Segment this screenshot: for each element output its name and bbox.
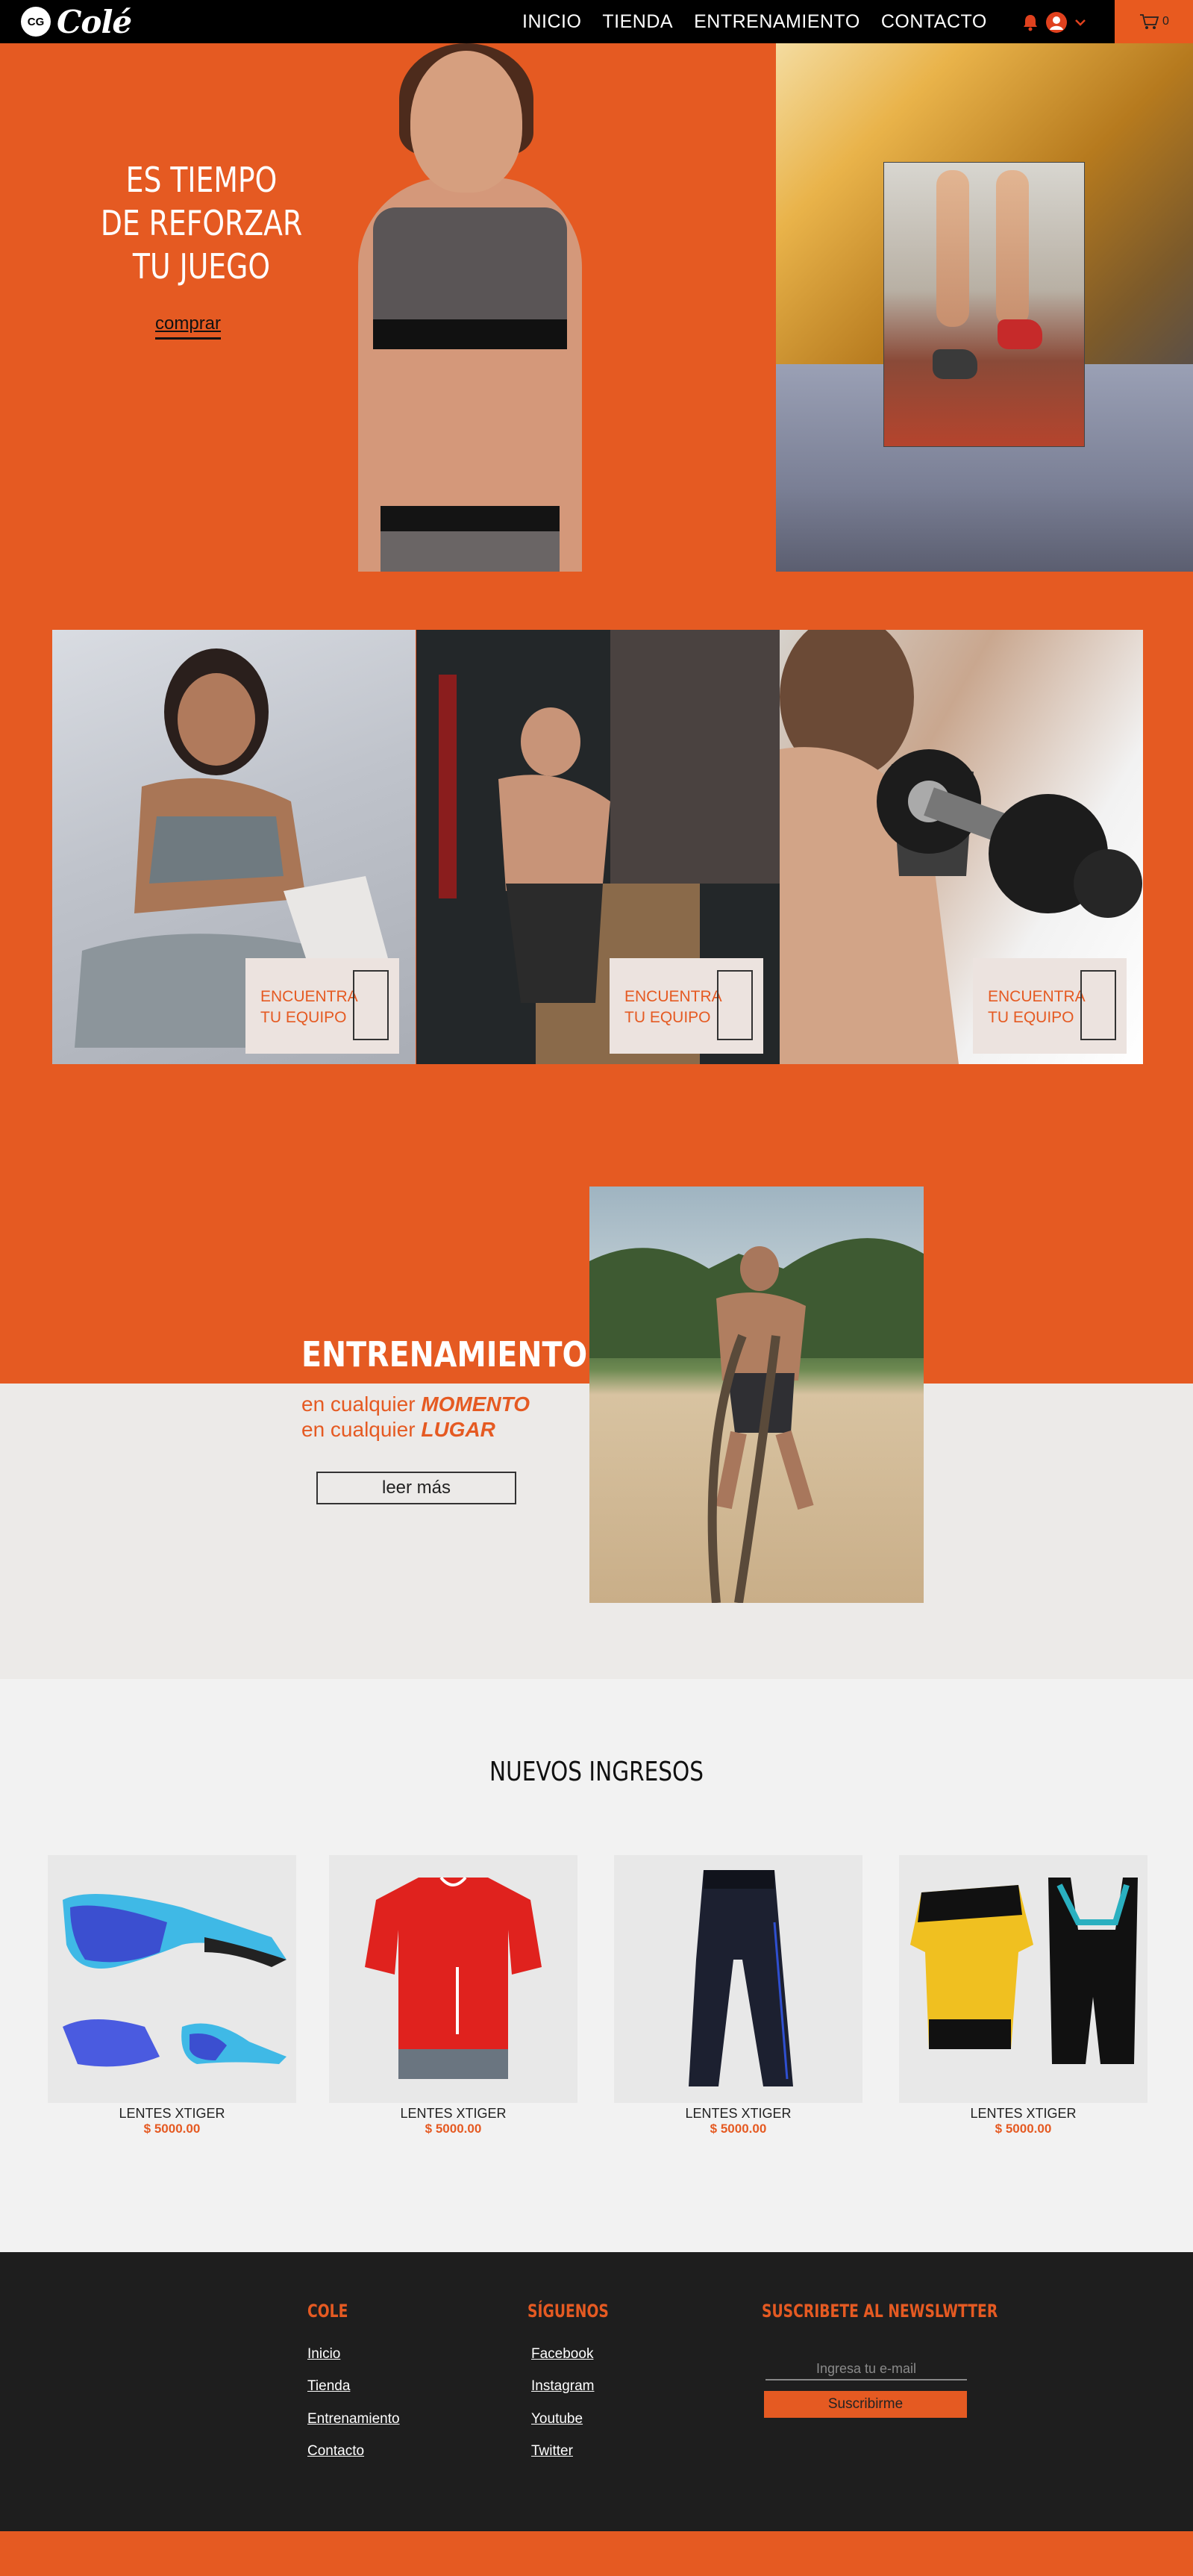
logo-badge: CG [21,7,51,37]
footer-link-tienda[interactable]: Tienda [307,2378,350,2395]
product-card[interactable] [329,1855,577,2103]
tights-icon [689,1870,793,2086]
chevron-down-icon[interactable] [1073,15,1088,30]
category-label: ENCUENTRA TU EQUIPO [988,988,1086,1026]
main-nav: INICIO TIENDA ENTRENAMIENTO CONTACTO [522,0,987,43]
training-subtitle-2: en cualquier LUGAR [301,1418,495,1441]
category-card-crossfit[interactable]: ENCUENTRA TU EQUIPO [416,630,780,1064]
footer-link-entrenamiento[interactable]: Entrenamiento [307,2411,400,2427]
footer-col-follow-title: SÍGUENOS [527,2301,609,2322]
footer-link-facebook[interactable]: Facebook [531,2346,593,2363]
footer-link-twitter[interactable]: Twitter [531,2443,573,2460]
bell-icon[interactable] [1022,13,1039,31]
product-price: $ 5000.00 [143,2122,201,2136]
footer-link-instagram[interactable]: Instagram [531,2378,594,2395]
cart-count: 0 [1162,15,1169,28]
hero-shop-button[interactable]: comprar [155,313,222,340]
newsletter-email-input[interactable] [765,2358,967,2380]
running-inset-image [884,163,1084,446]
jersey-kit-icon [910,1878,1138,2064]
logo[interactable]: CG Colé [21,3,133,40]
bottom-bar [0,2531,1193,2576]
nav-entrenamiento[interactable]: ENTRENAMIENTO [694,11,860,33]
category-label: ENCUENTRA TU EQUIPO [260,988,358,1026]
read-more-button[interactable]: leer más [316,1472,516,1504]
new-arrivals-title: NUEVOS INGRESOS [489,1757,704,1787]
footer-link-inicio[interactable]: Inicio [307,2346,340,2363]
product-card[interactable] [48,1855,296,2103]
hero-model-image [313,43,627,572]
training-subtitle-1: en cualquier MOMENTO [301,1392,530,1416]
nav-inicio[interactable]: INICIO [522,11,581,33]
product-name[interactable]: LENTES XTIGER [899,2106,1147,2122]
footer-link-contacto[interactable]: Contacto [307,2443,364,2460]
product-name[interactable]: LENTES XTIGER [48,2106,296,2122]
footer-col-cole-title: COLE [307,2301,348,2322]
training-title: ENTRENAMIENTO [301,1334,588,1375]
user-avatar-icon[interactable] [1046,12,1067,33]
product-price: $ 5000.00 [710,2122,767,2136]
footer-newsletter-title: SUSCRIBETE AL NEWSLWTTER [762,2301,998,2322]
sunglasses-icon [63,1894,286,2067]
nav-tienda[interactable]: TIENDA [602,11,673,33]
cart-icon [1140,14,1159,29]
product-price: $ 5000.00 [425,2122,482,2136]
nav-contacto[interactable]: CONTACTO [881,11,987,33]
product-name[interactable]: LENTES XTIGER [329,2106,577,2122]
cart-button[interactable]: 0 [1115,0,1193,43]
product-name[interactable]: LENTES XTIGER [614,2106,862,2122]
logo-wordmark: Colé [57,3,132,40]
category-card-weights[interactable]: ENCUENTRA TU EQUIPO [780,630,1143,1064]
footer-link-youtube[interactable]: Youtube [531,2411,583,2427]
cycling-jersey-icon [365,1876,542,2079]
training-rope-image [589,1187,924,1603]
hero-title: ES TIEMPO DE REFORZAR TU JUEGO [100,160,303,287]
subscribe-button[interactable]: Suscribirme [764,2391,967,2418]
product-card[interactable] [614,1855,862,2103]
hero-running-image [776,43,1193,572]
site-footer [0,2252,1193,2531]
product-card[interactable] [899,1855,1147,2103]
product-price: $ 5000.00 [995,2122,1052,2136]
category-card-stretching[interactable]: ENCUENTRA TU EQUIPO [52,630,416,1064]
hero-banner [0,43,776,572]
category-label: ENCUENTRA TU EQUIPO [624,988,722,1026]
